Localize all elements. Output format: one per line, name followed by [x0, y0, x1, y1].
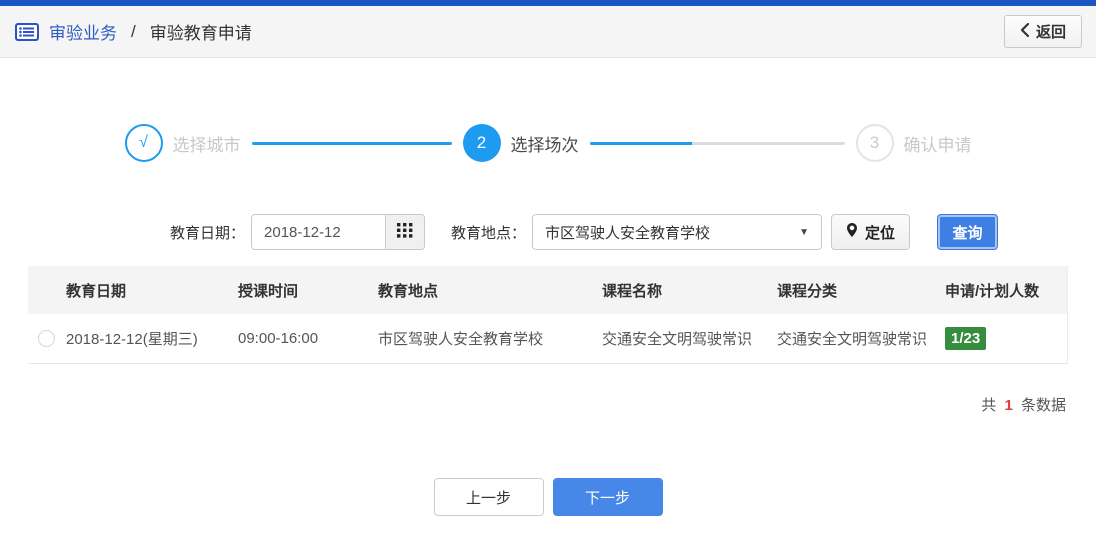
education-location-value: 市区驾驶人安全教育学校 [545, 222, 710, 243]
table-header-row: 教育日期 授课时间 教育地点 课程名称 课程分类 申请/计划人数 [28, 266, 1067, 314]
locate-button-label: 定位 [865, 222, 895, 243]
step-select-city: √ 选择城市 [125, 124, 241, 162]
page-header: 审验业务 / 审验教育申请 返回 [0, 6, 1096, 58]
calendar-picker-button[interactable] [385, 215, 424, 249]
education-date-label: 教育日期： [170, 222, 245, 243]
table-row[interactable]: 2018-12-12(星期三) 09:00-16:00 市区驾驶人安全教育学校 … [28, 314, 1067, 364]
applicants-ratio-badge: 1/23 [945, 327, 986, 350]
breadcrumb-page-title: 审验教育申请 [150, 19, 252, 44]
education-date-input[interactable] [252, 215, 385, 249]
education-location-select[interactable]: 市区驾驶人安全教育学校 ▼ [532, 214, 822, 250]
back-button-label: 返回 [1036, 21, 1066, 42]
list-form-icon [14, 22, 40, 42]
wizard-footer: 上一步 下一步 [0, 478, 1096, 516]
step-select-session: 2 选择场次 [463, 124, 579, 162]
step-1-check-icon: √ [125, 124, 163, 162]
chevron-left-icon [1020, 23, 1029, 41]
cell-education-date: 2018-12-12(星期三) [66, 328, 238, 349]
map-pin-icon [846, 222, 858, 242]
wizard-stepper: √ 选择城市 2 选择场次 3 确认申请 [0, 124, 1096, 162]
summary-prefix: 共 [981, 397, 996, 414]
dropdown-arrow-icon: ▼ [799, 227, 809, 238]
col-class-time: 授课时间 [238, 280, 378, 301]
record-count-summary: 共 1 条数据 [30, 394, 1066, 415]
row-radio-cell [28, 330, 66, 347]
col-education-location: 教育地点 [378, 280, 602, 301]
next-step-button[interactable]: 下一步 [553, 478, 663, 516]
search-button[interactable]: 查询 [937, 214, 998, 250]
col-applicants-ratio: 申请/计划人数 [945, 280, 1067, 301]
education-location-label: 教育地点： [451, 222, 526, 243]
cell-course-category: 交通安全文明驾驶常识 [777, 328, 945, 349]
breadcrumb-section[interactable]: 审验业务 [49, 19, 117, 44]
stepper-connector-2 [590, 142, 845, 145]
education-date-group [251, 214, 425, 250]
previous-step-button[interactable]: 上一步 [434, 478, 544, 516]
step-3-label: 确认申请 [904, 131, 972, 156]
back-button[interactable]: 返回 [1004, 15, 1082, 48]
cell-class-time: 09:00-16:00 [238, 330, 378, 347]
breadcrumb-separator: / [131, 22, 136, 42]
step-3-number: 3 [856, 124, 894, 162]
breadcrumb: 审验业务 / 审验教育申请 [14, 19, 252, 44]
calendar-grid-icon [397, 223, 413, 241]
col-course-category: 课程分类 [777, 280, 945, 301]
session-radio-button[interactable] [38, 330, 55, 347]
filter-bar: 教育日期： 教育地点： 市区驾驶人安全教育学校 ▼ 定位 查询 [170, 214, 1096, 250]
stepper-connector-1 [252, 142, 452, 145]
record-count: 1 [1004, 397, 1012, 414]
cell-education-location: 市区驾驶人安全教育学校 [378, 328, 602, 349]
step-2-label: 选择场次 [511, 131, 579, 156]
step-confirm-application: 3 确认申请 [856, 124, 972, 162]
summary-suffix: 条数据 [1021, 397, 1066, 414]
step-2-number: 2 [463, 124, 501, 162]
step-1-label: 选择城市 [173, 131, 241, 156]
col-education-date: 教育日期 [66, 280, 238, 301]
locate-button[interactable]: 定位 [831, 214, 910, 250]
sessions-table: 教育日期 授课时间 教育地点 课程名称 课程分类 申请/计划人数 2018-12… [28, 266, 1068, 364]
cell-applicants-ratio: 1/23 [945, 327, 1067, 350]
col-course-name: 课程名称 [602, 280, 777, 301]
cell-course-name: 交通安全文明驾驶常识 [602, 328, 777, 349]
